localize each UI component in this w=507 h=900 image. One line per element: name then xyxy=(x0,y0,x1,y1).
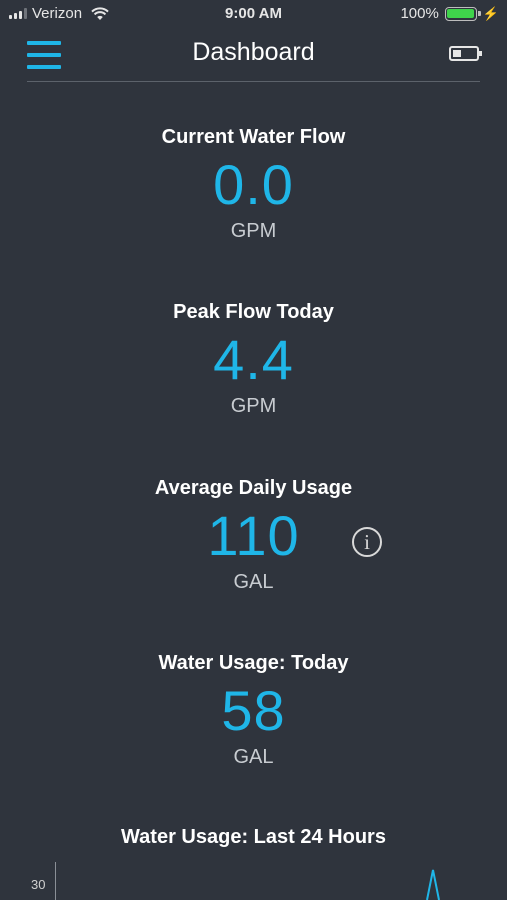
metric-label: Water Usage: Today xyxy=(158,652,349,674)
metric-value: 58 xyxy=(221,679,286,742)
metric-value: 0.0 xyxy=(213,153,294,216)
page-title: Dashboard xyxy=(192,38,315,66)
metric-label: Average Daily Usage xyxy=(154,477,353,499)
metric-peak-flow: Peak Flow Today 4.4 GPM xyxy=(0,299,507,419)
metric-unit: GAL xyxy=(233,571,274,593)
status-bar: Verizon 9:00 AM 100% ⚡ xyxy=(0,0,507,28)
metric-usage-today: Water Usage: Today 58 GAL xyxy=(0,650,507,770)
chart-title: Water Usage: Last 24 Hours xyxy=(121,826,386,848)
metric-value: 110 xyxy=(207,504,300,567)
status-right: 100% ⚡ xyxy=(400,5,499,22)
info-icon[interactable]: i xyxy=(352,527,382,557)
usage-chart: 30 xyxy=(0,858,507,900)
metric-label: Peak Flow Today xyxy=(173,301,334,323)
usage-spike-line xyxy=(426,869,440,900)
metric-unit: GPM xyxy=(230,395,277,417)
charging-icon: ⚡ xyxy=(482,5,499,21)
metric-unit: GPM xyxy=(230,220,277,242)
app-header: Dashboard xyxy=(0,28,507,82)
device-battery-icon xyxy=(449,46,482,61)
metric-label: Current Water Flow xyxy=(161,126,346,148)
header-divider xyxy=(27,81,480,82)
battery-icon xyxy=(444,6,481,21)
metric-current-flow: Current Water Flow 0.0 GPM xyxy=(0,124,507,244)
metric-unit: GAL xyxy=(233,746,274,768)
battery-percent: 100% xyxy=(400,5,439,22)
metric-value: 4.4 xyxy=(213,328,294,391)
metric-average-daily-usage: Average Daily Usage 110 GAL xyxy=(0,475,507,595)
